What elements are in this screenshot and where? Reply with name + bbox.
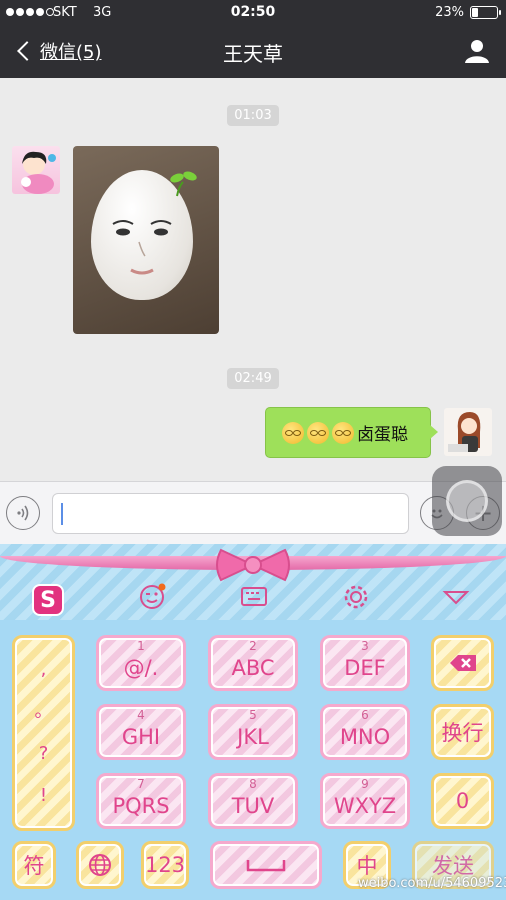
contact-info-icon[interactable] — [464, 38, 490, 64]
key-label: JKL — [237, 725, 269, 749]
key-label: PQRS — [112, 794, 170, 818]
space-icon — [246, 860, 286, 872]
backspace-key[interactable] — [431, 635, 494, 691]
key-number: 2 — [249, 639, 257, 653]
key-number: 9 — [361, 777, 369, 791]
keyboard: S , 。 ? ! 1 @/. 2 ABC 3 DEF 4 GHI 5 JKL … — [0, 544, 506, 900]
key-number: 3 — [361, 639, 369, 653]
sprout-icon — [170, 171, 197, 197]
key-number: 8 — [249, 777, 257, 791]
wink-face-icon — [140, 583, 166, 609]
key-2[interactable]: 2 ABC — [208, 635, 298, 691]
punctuation-key[interactable]: , 。 ? ! — [12, 635, 75, 831]
key-label: @/. — [123, 656, 159, 680]
timestamp-label: 01:03 — [227, 105, 279, 126]
symbol-key[interactable]: 符 — [12, 841, 56, 889]
chevron-down-icon — [442, 591, 470, 605]
gear-icon — [344, 585, 368, 609]
bow-icon — [216, 548, 290, 582]
globe-key[interactable] — [76, 841, 124, 889]
space-key[interactable] — [210, 841, 322, 889]
sogou-logo-button[interactable]: S — [32, 584, 64, 616]
top-bar: SKT 3G 02:50 23% 微信(5) 王天草 — [0, 0, 506, 78]
sent-message-bubble[interactable]: 卤蛋聪 — [265, 407, 438, 458]
keyboard-switch-button[interactable] — [239, 582, 269, 612]
punctuation-question: ? — [38, 743, 49, 764]
zero-key[interactable]: 0 — [431, 773, 494, 829]
voice-input-button[interactable] — [6, 496, 40, 530]
collapse-keyboard-button[interactable] — [441, 582, 471, 612]
battery-icon — [470, 6, 501, 19]
settings-button[interactable] — [341, 582, 371, 612]
rolling-eyes-emoji-icon — [307, 421, 329, 444]
girl-avatar-icon — [448, 412, 481, 452]
received-image[interactable] — [73, 146, 219, 334]
battery-percent: 23% — [435, 5, 464, 20]
my-avatar[interactable] — [444, 408, 492, 456]
key-1[interactable]: 1 @/. — [96, 635, 186, 691]
key-number: 4 — [137, 708, 145, 722]
assistive-touch-button[interactable] — [432, 466, 502, 536]
anime-avatar-icon — [21, 151, 56, 194]
key-4[interactable]: 4 GHI — [96, 704, 186, 760]
punctuation-period: 。 — [34, 701, 53, 722]
voice-icon — [17, 505, 29, 521]
rolling-eyes-emoji-icon — [332, 421, 354, 444]
punctuation-comma: , — [40, 659, 47, 680]
enter-key[interactable]: 换行 — [431, 704, 494, 760]
status-bar: SKT 3G 02:50 23% — [0, 0, 506, 26]
backspace-icon — [449, 655, 476, 671]
assistive-touch-icon — [446, 480, 488, 522]
keyboard-icon — [241, 587, 267, 606]
zero-label: 0 — [455, 789, 470, 813]
key-label: GHI — [121, 725, 161, 749]
timestamp: 01:03 — [0, 105, 506, 126]
sent-message-text: 卤蛋聪 — [357, 425, 408, 445]
key-9[interactable]: 9 WXYZ — [320, 773, 410, 829]
key-number: 6 — [361, 708, 369, 722]
timestamp: 02:49 — [0, 368, 506, 389]
key-label: WXYZ — [333, 794, 397, 818]
key-3[interactable]: 3 DEF — [320, 635, 410, 691]
timestamp-label: 02:49 — [227, 368, 279, 389]
watermark: weibo.com/u/5460952383 — [358, 876, 506, 891]
key-label: MNO — [339, 725, 391, 749]
number-key[interactable]: 123 — [141, 841, 189, 889]
status-time: 02:50 — [230, 4, 276, 20]
key-label: TUV — [231, 794, 275, 818]
key-number: 7 — [137, 777, 145, 791]
emoticon-button[interactable] — [137, 582, 167, 612]
key-number: 5 — [249, 708, 257, 722]
enter-label: 换行 — [441, 721, 484, 745]
number-label: 123 — [144, 853, 186, 877]
symbol-label: 符 — [23, 854, 45, 878]
key-number: 1 — [137, 639, 145, 653]
key-5[interactable]: 5 JKL — [208, 704, 298, 760]
punctuation-exclaim: ! — [39, 785, 48, 806]
key-8[interactable]: 8 TUV — [208, 773, 298, 829]
key-7[interactable]: 7 PQRS — [96, 773, 186, 829]
key-label: DEF — [344, 656, 386, 680]
message-input[interactable] — [52, 493, 409, 534]
rolling-eyes-emoji-icon — [282, 421, 304, 444]
globe-icon — [89, 854, 111, 876]
chat-title: 王天草 — [223, 42, 283, 66]
contact-avatar[interactable] — [12, 146, 60, 194]
text-cursor — [61, 503, 63, 525]
input-bar: + — [0, 481, 506, 544]
key-label: ABC — [231, 656, 275, 680]
key-6[interactable]: 6 MNO — [320, 704, 410, 760]
